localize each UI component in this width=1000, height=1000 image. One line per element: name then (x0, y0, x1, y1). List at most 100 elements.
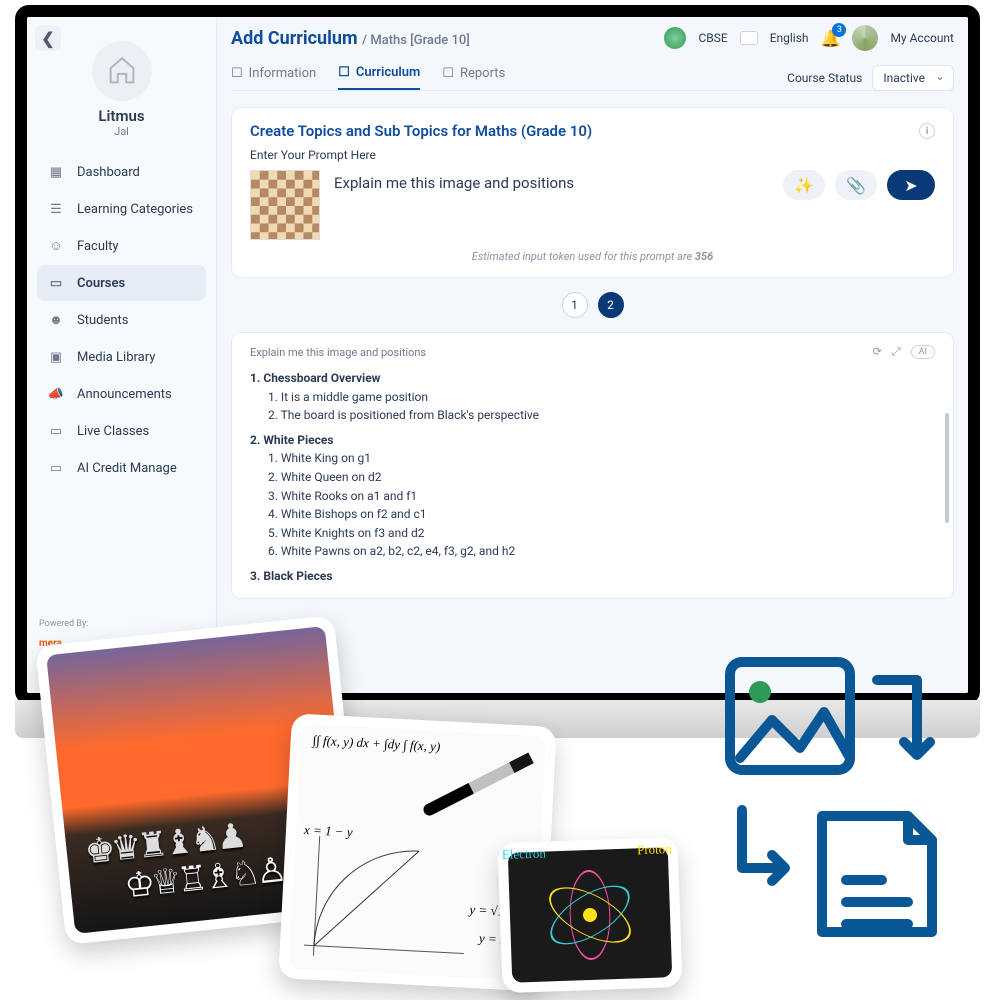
response-actions: ⟳ ⤢ AI (873, 345, 935, 359)
photo-atom: Electron Proton Neutron (497, 837, 682, 993)
attach-button[interactable]: 📎 (835, 170, 877, 200)
tab-label: Curriculum (356, 65, 420, 80)
tab-reports[interactable]: ☐ Reports (442, 65, 505, 90)
math-formula-1: ∫∫ f(x, y) dx + ∫dy ∫ f(x, y) (312, 732, 536, 759)
courses-icon: ▭ (47, 274, 65, 292)
tab-label: Information (249, 66, 317, 81)
estimate-value: 356 (695, 250, 713, 263)
math-graph (293, 825, 480, 974)
language-label[interactable]: English (770, 31, 809, 45)
students-icon: ☻ (47, 311, 65, 329)
response-card: Explain me this image and positions ⟳ ⤢ … (231, 332, 954, 599)
megaphone-icon: 📣 (47, 385, 65, 403)
info-icon: ☐ (231, 66, 243, 81)
attached-image-thumbnail[interactable] (250, 170, 320, 240)
nav-media-library[interactable]: ▣ Media Library (37, 339, 206, 375)
card-title-row: Create Topics and Sub Topics for Maths (… (250, 122, 935, 140)
section-heading: 3. Black Pieces (250, 567, 935, 586)
nav-label: AI Credit Manage (77, 461, 177, 476)
tab-information[interactable]: ☐ Information (231, 65, 316, 90)
token-estimate: Estimated input token used for this prom… (250, 250, 935, 263)
nav-learning-categories[interactable]: ☰ Learning Categories (37, 191, 206, 227)
nav-label: Faculty (77, 239, 119, 254)
school-logo (92, 41, 152, 101)
card-icon: ▭ (47, 459, 65, 477)
list-item: 1. White King on g1 (250, 449, 935, 468)
regenerate-icon[interactable]: ⟳ (873, 345, 882, 359)
list-item: 3. White Rooks on a1 and f1 (250, 487, 935, 506)
notifications-button[interactable]: 🔔 3 (821, 29, 841, 48)
atom-diagram (543, 868, 636, 961)
list-item: 2. The board is positioned from Black's … (250, 406, 935, 425)
nav-label: Courses (77, 276, 125, 291)
magic-wand-button[interactable]: ✨ (783, 170, 825, 200)
back-button[interactable]: ❮ (35, 25, 61, 51)
page-2[interactable]: 2 (598, 292, 624, 318)
dashboard-icon: ▦ (47, 163, 65, 181)
atom-label-electron: Electron (502, 846, 547, 864)
pager: 1 2 (231, 292, 954, 318)
send-icon: ➤ (904, 176, 917, 195)
list-item: 2. White Queen on d2 (250, 468, 935, 487)
image-to-document-icon (712, 650, 952, 950)
response-body: 1. Chessboard Overview 1. It is a middle… (250, 369, 935, 586)
section-heading: 1. Chessboard Overview (250, 369, 935, 388)
page-1[interactable]: 1 (562, 292, 588, 318)
nav-announcements[interactable]: 📣 Announcements (37, 376, 206, 412)
prompt-card: Create Topics and Sub Topics for Maths (… (231, 107, 954, 278)
prompt-row: Explain me this image and positions ✨ 📎 … (250, 170, 935, 240)
reports-icon: ☐ (442, 66, 454, 81)
nav-courses[interactable]: ▭ Courses (37, 265, 206, 301)
ai-badge: AI (911, 345, 935, 359)
nav-label: Dashboard (77, 165, 140, 180)
nav-students[interactable]: ☻ Students (37, 302, 206, 338)
course-status-select[interactable]: Inactive (872, 65, 954, 91)
nav-label: Media Library (77, 350, 155, 365)
tab-label: Reports (460, 66, 505, 81)
breadcrumb: / Maths [Grade 10] (362, 33, 470, 48)
language-icon (740, 31, 758, 45)
scrollbar-thumb[interactable] (945, 413, 949, 523)
tab-curriculum[interactable]: ☐ Curriculum (338, 65, 420, 90)
curriculum-icon: ☐ (338, 65, 350, 80)
section-heading: 2. White Pieces (250, 431, 935, 450)
nav-live-classes[interactable]: ▭Live Classes (37, 413, 206, 449)
notification-badge: 3 (832, 23, 846, 37)
header: Add Curriculum / Maths [Grade 10] CBSE E… (231, 25, 954, 51)
atom-label-proton: Proton (637, 841, 672, 858)
top-right: CBSE English 🔔 3 My Account (664, 25, 954, 51)
board-label: CBSE (698, 31, 727, 45)
nav-label: Students (77, 313, 129, 328)
page-title: Add Curriculum / Maths [Grade 10] (231, 28, 470, 49)
nav-dashboard[interactable]: ▦ Dashboard (37, 154, 206, 190)
title-text: Add Curriculum (231, 28, 358, 49)
response-header: Explain me this image and positions ⟳ ⤢ … (250, 345, 935, 359)
info-icon[interactable]: i (919, 123, 935, 139)
prompt-actions: ✨ 📎 ➤ (783, 170, 935, 200)
nav-label: Announcements (77, 387, 172, 402)
response-title: Explain me this image and positions (250, 346, 426, 359)
prompt-label: Enter Your Prompt Here (250, 148, 935, 162)
media-icon: ▣ (47, 348, 65, 366)
nav-ai-credit[interactable]: ▭ AI Credit Manage (37, 450, 206, 486)
card-title: Create Topics and Sub Topics for Maths (… (250, 122, 592, 140)
paperclip-icon: 📎 (846, 176, 866, 195)
prompt-input[interactable]: Explain me this image and positions (334, 170, 769, 192)
wand-icon: ✨ (794, 176, 814, 195)
list-item: 6. White Pawns on a2, b2, c2, e4, f3, g2… (250, 542, 935, 561)
nav-label: Learning Categories (77, 202, 193, 217)
nav-faculty[interactable]: ☺ Faculty (37, 228, 206, 264)
send-button[interactable]: ➤ (887, 170, 935, 200)
photo-collage: ∫∫ f(x, y) dx + ∫dy ∫ f(x, y) x = 1 − y … (50, 590, 670, 990)
pen (421, 752, 533, 817)
list-item: 1. It is a middle game position (250, 388, 935, 407)
status-value: Inactive (883, 71, 925, 85)
avatar[interactable] (852, 25, 878, 51)
nav: ▦ Dashboard ☰ Learning Categories ☺ Faculty… (37, 154, 206, 486)
expand-icon[interactable]: ⤢ (892, 345, 901, 359)
status-label: Course Status (787, 71, 862, 85)
account-label[interactable]: My Account (890, 31, 954, 45)
faculty-icon: ☺ (47, 237, 65, 255)
list-item: 5. White Knights on f3 and d2 (250, 524, 935, 543)
categories-icon: ☰ (47, 200, 65, 218)
